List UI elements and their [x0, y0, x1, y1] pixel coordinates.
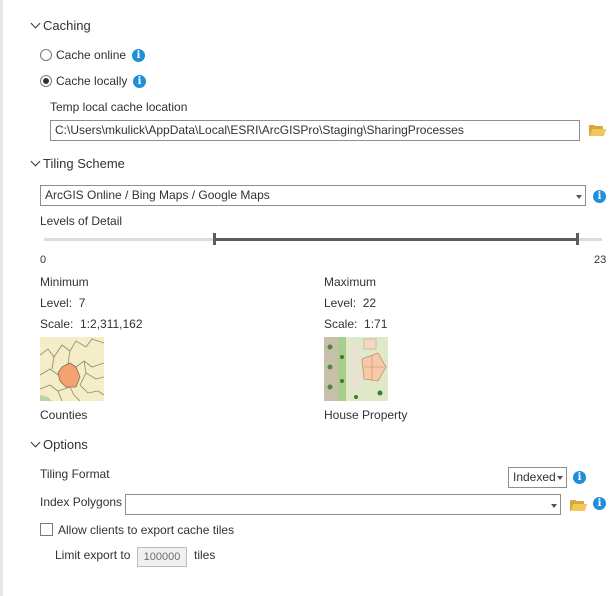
levels-slider-selected-range[interactable] [214, 238, 578, 241]
maximum-level-value: 22 [362, 296, 377, 310]
allow-export-label[interactable]: Allow clients to export cache tiles [58, 523, 234, 537]
maximum-title: Maximum [324, 275, 377, 289]
limit-export-label: Limit export to [55, 548, 131, 562]
levels-slider-max-handle[interactable] [576, 233, 579, 245]
tiling-scheme-select[interactable]: ArcGIS Online / Bing Maps / Google Maps [40, 185, 586, 206]
tiling-scheme-section-header[interactable]: Tiling Scheme [43, 156, 125, 171]
tiling-format-chevron-down-icon[interactable] [557, 476, 563, 480]
minimum-scale-value: 1:2,311,162 [80, 317, 143, 331]
index-polygons-info-icon[interactable]: i [593, 497, 606, 510]
cache-online-info-icon[interactable]: i [132, 49, 145, 62]
cache-locally-label[interactable]: Cache locally [56, 74, 127, 88]
levels-slider-min-handle[interactable] [213, 233, 216, 245]
minimum-scale: Scale: 1:2,311,162 [40, 317, 143, 331]
index-polygons-chevron-down-icon[interactable] [551, 504, 557, 508]
counties-thumbnail [40, 337, 104, 401]
tiling-scheme-chevron-down-icon[interactable] [576, 195, 582, 199]
index-polygons-browse-folder-icon[interactable] [570, 500, 588, 511]
tiling-scheme-collapse-chevron-icon[interactable] [30, 156, 41, 167]
cache-online-radio[interactable] [40, 49, 52, 61]
tiling-format-selected-value: Indexed [513, 470, 556, 484]
cache-online-label[interactable]: Cache online [56, 48, 126, 62]
index-polygons-select[interactable] [125, 494, 561, 515]
tiling-scheme-info-icon[interactable]: i [593, 190, 606, 203]
allow-export-checkbox[interactable] [40, 523, 53, 536]
browse-folder-icon[interactable] [589, 125, 607, 136]
limit-export-input[interactable]: 100000 [137, 547, 187, 567]
maximum-scale-label: Scale: [324, 317, 358, 331]
minimum-level-value: 7 [78, 296, 86, 310]
tiling-scheme-selected-value: ArcGIS Online / Bing Maps / Google Maps [45, 188, 270, 202]
temp-cache-location-label: Temp local cache location [50, 100, 188, 114]
maximum-level-label: Level: [324, 296, 357, 310]
caching-section-header[interactable]: Caching [43, 18, 91, 33]
maximum-thumbnail-caption: House Property [324, 408, 408, 422]
levels-of-detail-label: Levels of Detail [40, 214, 123, 228]
tiling-format-info-icon[interactable]: i [573, 471, 586, 484]
minimum-level-label: Level: [40, 296, 73, 310]
maximum-scale-value: 1:71 [364, 317, 388, 331]
minimum-thumbnail-caption: Counties [40, 408, 88, 422]
maximum-level: Level: 22 [324, 296, 376, 310]
cache-locally-radio[interactable] [40, 75, 52, 87]
temp-cache-location-input[interactable]: C:\Users\mkulick\AppData\Local\ESRI\ArcG… [50, 120, 580, 141]
caching-collapse-chevron-icon[interactable] [30, 18, 41, 29]
minimum-scale-label: Scale: [40, 317, 74, 331]
index-polygons-label: Index Polygons [40, 495, 123, 509]
minimum-title: Minimum [40, 275, 89, 289]
options-collapse-chevron-icon[interactable] [30, 437, 41, 448]
maximum-scale: Scale: 1:71 [324, 317, 387, 331]
panel-left-border [0, 0, 3, 596]
house-property-thumbnail [324, 337, 388, 401]
minimum-level: Level: 7 [40, 296, 85, 310]
tiling-format-label: Tiling Format [40, 467, 110, 481]
options-section-header[interactable]: Options [43, 437, 88, 452]
slider-max-label: 23 [594, 254, 607, 266]
cache-locally-info-icon[interactable]: i [133, 75, 146, 88]
slider-min-label: 0 [40, 254, 47, 266]
limit-export-unit: tiles [194, 548, 216, 562]
